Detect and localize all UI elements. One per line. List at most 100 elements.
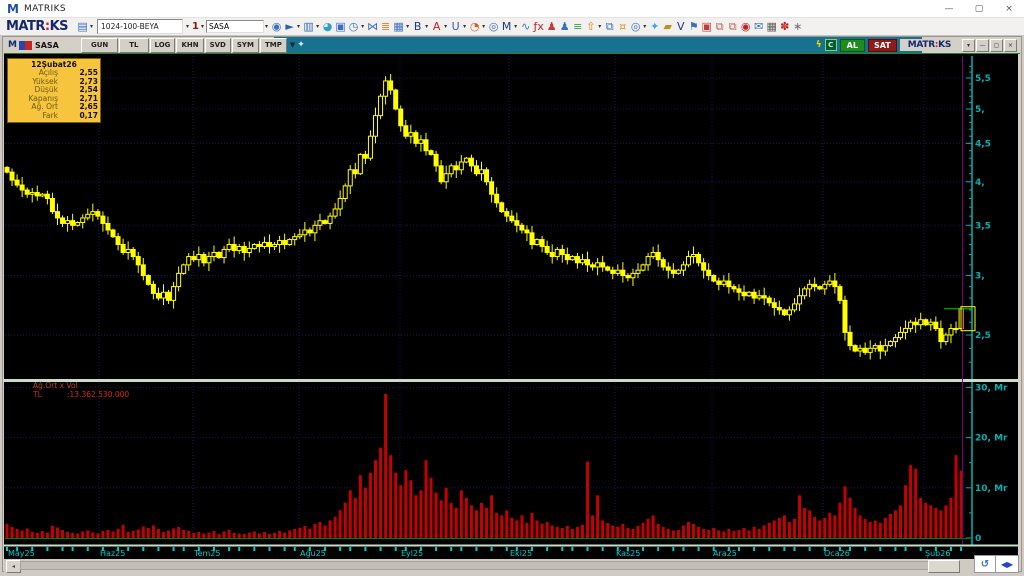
chart-button-svd[interactable]: SVD [204, 37, 231, 53]
refresh-icon[interactable]: ◎ [488, 20, 499, 33]
traffic-light-icon[interactable]: ≡ [572, 20, 583, 33]
market-m-icon[interactable]: M [501, 20, 512, 33]
market-m-icon-caret[interactable]: ▾ [514, 23, 517, 30]
search-icon[interactable]: ◎ [630, 20, 641, 33]
grid-lines [5, 56, 972, 544]
save-icon[interactable]: ▤ [77, 20, 88, 33]
chart-button-sym[interactable]: SYM [231, 37, 259, 53]
scroll-nav-button[interactable]: ◀▶ [995, 555, 1019, 573]
window-controls: — ▢ × [934, 4, 1024, 14]
chart-close-button[interactable]: × [1004, 38, 1017, 52]
chart-button-gun[interactable]: GUN [80, 37, 119, 53]
clock-icon-caret[interactable]: ▾ [361, 23, 364, 30]
chart-restore-button[interactable]: ▢ [990, 38, 1003, 52]
save-caret-icon[interactable]: ▾ [90, 23, 93, 30]
gears-icon[interactable]: ∗ [792, 20, 803, 33]
toolbar-icons: ◉ ► ▾ ▥ ▾ ◕ ▣ ◷ ▾ ⋈ ≣ ▦ ▾ B ▾ A ▾ U ▾ ◔ ▾ ◎ M ▾ ∿ ƒx ♟ ♟ ≡ ⇧ ▾ ⧉ ¤ ◎ ▾ ✦ ▰ V ⚑… [270, 20, 804, 33]
volume-bars-group [5, 393, 963, 538]
chart-scrollbar: ◂ ↺ ◀▶ [4, 555, 1019, 573]
notebook-icon-caret[interactable]: ▾ [406, 23, 409, 30]
clock-icon[interactable]: ◷ [348, 20, 359, 33]
chart-m-icon: M [8, 40, 17, 50]
volume-tick-label: 20, Mr [975, 434, 1008, 444]
chat-icon[interactable]: ✽ [779, 20, 790, 33]
bold-b-icon[interactable]: B [412, 20, 423, 33]
notebook-icon[interactable]: ▦ [393, 20, 404, 33]
layout-select[interactable]: 1 [192, 21, 199, 32]
scrollbar-track[interactable] [20, 561, 944, 570]
chart-plot-area[interactable]: May25 Haz25 Tem25 Ağu25 Eyl25 Eki25 Kas25 Ara25… [4, 54, 1018, 559]
lightning-icon[interactable]: ϟ [816, 40, 822, 50]
app-title: MATRIKS [23, 3, 66, 14]
main-toolbar: MATR:KS ▤ ▾ 1024-100-BEYA ▾ 1 ▾ ▾ ◉►▾▥▾◕… [0, 18, 1024, 36]
letter-u-icon[interactable]: U [450, 20, 461, 33]
people-icon[interactable]: ♟ [559, 20, 570, 33]
pie-chart-icon[interactable]: ◕ [322, 20, 333, 33]
chart-button-khn[interactable]: KHN [176, 37, 204, 53]
chart-button-tl[interactable]: TL [119, 37, 149, 53]
minimize-button[interactable]: — [934, 4, 964, 14]
c-button[interactable]: C [824, 39, 837, 51]
mail-icon[interactable]: ✉ [753, 20, 764, 33]
refresh-button[interactable]: ↺ [974, 555, 996, 573]
calculator-icon[interactable]: ▦ [766, 20, 777, 33]
axes [5, 56, 973, 545]
search-icon-caret[interactable]: ▾ [643, 23, 646, 30]
chart-window-titlebar[interactable]: M SASA GUN TL LOG KHN SVD SYM TMP ▼ ✦ ϟ C AL S… [4, 37, 1020, 54]
letter-u-icon-caret[interactable]: ▾ [463, 23, 466, 30]
orange-clock-icon[interactable]: ◔ [469, 20, 480, 33]
price-tick-label: 3,5 [975, 221, 991, 231]
chart-minimize-button[interactable]: — [976, 38, 989, 52]
bold-b-icon-caret[interactable]: ▾ [425, 23, 428, 30]
fx-icon[interactable]: ƒx [533, 20, 544, 33]
workspace-select[interactable]: 1024-100-BEYA [97, 19, 184, 34]
buy-button[interactable]: AL [839, 38, 865, 52]
levels-icon[interactable]: ≣ [380, 20, 391, 33]
price-tick-label: 3, [975, 272, 985, 282]
window2-icon[interactable]: ⧉ [727, 20, 738, 33]
chart-options-caret-icon[interactable]: ▼ [290, 41, 295, 49]
documents-icon[interactable]: ⧉ [604, 20, 615, 33]
volume-tick-label: 0 [975, 534, 981, 544]
letter-a-icon[interactable]: A [431, 20, 442, 33]
currency-icon[interactable]: ¤ [617, 20, 628, 33]
folder-icon[interactable]: ▰ [662, 20, 673, 33]
symbol-caret-icon[interactable]: ▾ [265, 23, 268, 30]
bell-icon[interactable]: ◉ [740, 20, 751, 33]
window-icon[interactable]: ⧉ [714, 20, 725, 33]
workspace-caret-icon[interactable]: ▾ [186, 23, 189, 30]
chart-dropdown-button[interactable]: ▾ [962, 38, 975, 52]
letter-a-icon-caret[interactable]: ▾ [444, 23, 447, 30]
scrollbar-thumb[interactable] [928, 560, 960, 573]
month-label: Tem25 [193, 549, 220, 558]
price-volume-chart: May25 Haz25 Tem25 Ağu25 Eyl25 Eki25 Kas25 Ara25… [4, 56, 1018, 558]
chart-type-icon[interactable]: ▥ [303, 20, 314, 33]
price-tick-label: 4, [975, 178, 985, 188]
handshake-icon[interactable]: ⋈ [367, 20, 378, 33]
export-icon-caret[interactable]: ▾ [598, 23, 601, 30]
sell-button[interactable]: SAT [867, 38, 897, 52]
chart-mode-buttons: GUN TL LOG KHN SVD SYM TMP [80, 37, 288, 53]
screen-icon[interactable]: ▣ [335, 20, 346, 33]
scrollbar-left-button[interactable]: ◂ [6, 560, 21, 573]
layout-caret-icon[interactable]: ▾ [201, 23, 204, 30]
maximize-button[interactable]: ▢ [964, 4, 994, 14]
chart-type-icon-caret[interactable]: ▾ [316, 23, 319, 30]
alert-screen-icon[interactable]: ▣ [701, 20, 712, 33]
chart-button-log[interactable]: LOG [149, 37, 176, 53]
chart-button-tmp[interactable]: TMP [259, 37, 287, 53]
symbol-input[interactable] [206, 20, 265, 33]
letter-v-icon[interactable]: V [675, 20, 686, 33]
cursor-icon[interactable]: ► [284, 20, 295, 33]
cursor-icon-caret[interactable]: ▾ [297, 23, 300, 30]
twitter-icon[interactable]: ✦ [649, 20, 660, 33]
twitter-icon[interactable]: ✦ [297, 40, 305, 50]
close-button[interactable]: × [994, 4, 1024, 14]
line-chart-icon[interactable]: ∿ [520, 20, 531, 33]
flag-chart-icon[interactable]: ⚑ [688, 20, 699, 33]
zoom-icon[interactable]: ◉ [271, 20, 282, 33]
orange-clock-icon-caret[interactable]: ▾ [482, 23, 485, 30]
export-icon[interactable]: ⇧ [585, 20, 596, 33]
price-tick-label: 2,5 [975, 331, 991, 341]
person-icon[interactable]: ♟ [546, 20, 557, 33]
